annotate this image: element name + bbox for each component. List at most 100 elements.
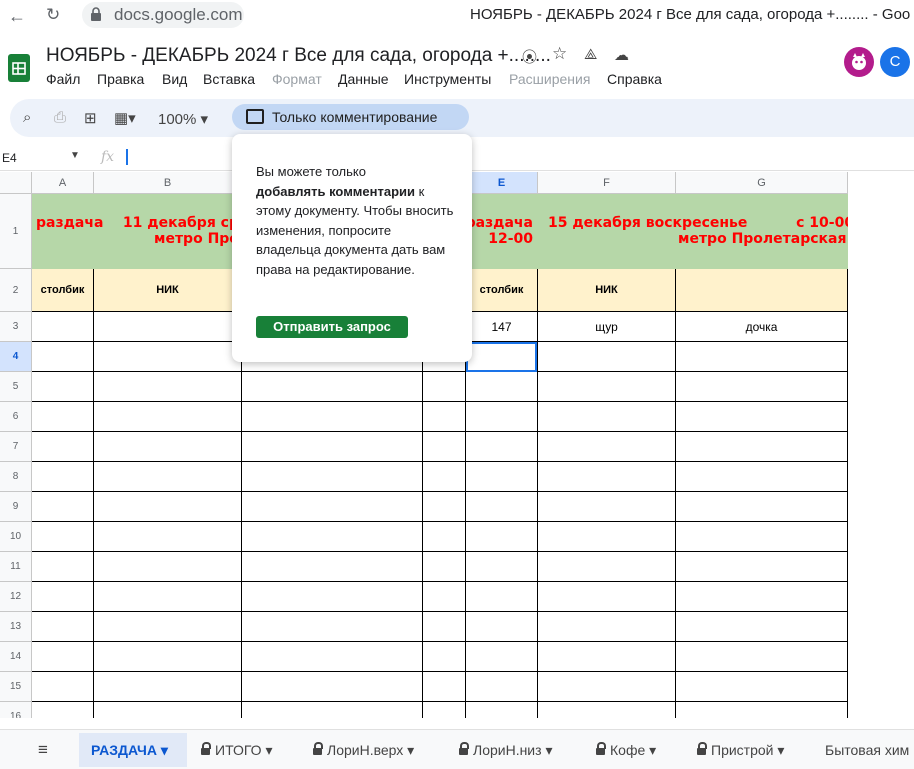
- cell-f14[interactable]: [538, 642, 676, 672]
- cell-b4[interactable]: [94, 342, 242, 372]
- cell-g14[interactable]: [676, 642, 848, 672]
- star-icon[interactable]: ☆: [552, 44, 567, 64]
- name-box-dropdown-icon[interactable]: ▼: [70, 150, 80, 161]
- url-text[interactable]: docs.google.com: [114, 5, 243, 25]
- cell-f6[interactable]: [538, 402, 676, 432]
- cell-b15[interactable]: [94, 672, 242, 702]
- cell-g5[interactable]: [676, 372, 848, 402]
- row-header-14[interactable]: 14: [0, 642, 32, 672]
- cell-d14[interactable]: [423, 642, 466, 672]
- column-header-e[interactable]: E: [466, 172, 538, 194]
- shared-drive-icon[interactable]: ⟁: [584, 46, 597, 63]
- cell-a5[interactable]: [32, 372, 94, 402]
- cell-a13[interactable]: [32, 612, 94, 642]
- cell-f13[interactable]: [538, 612, 676, 642]
- sheet-tab-kofe[interactable]: Кофе ▾: [596, 742, 656, 759]
- cell-a7[interactable]: [32, 432, 94, 462]
- cell-a10[interactable]: [32, 522, 94, 552]
- menu-file[interactable]: Файл: [46, 71, 80, 87]
- cell-c10[interactable]: [242, 522, 423, 552]
- cell-f9[interactable]: [538, 492, 676, 522]
- row-header-3[interactable]: 3: [0, 312, 32, 342]
- cell-b5[interactable]: [94, 372, 242, 402]
- back-arrow-icon[interactable]: ←: [8, 6, 26, 27]
- header-cell-f2[interactable]: НИК: [538, 269, 676, 312]
- cell-b3[interactable]: [94, 312, 242, 342]
- cell-d8[interactable]: [423, 462, 466, 492]
- sheet-tab-lorin-niz[interactable]: ЛориН.низ ▾: [459, 742, 552, 759]
- cell-d9[interactable]: [423, 492, 466, 522]
- cell-e3[interactable]: 147: [466, 312, 538, 342]
- cell-c16[interactable]: [242, 702, 423, 718]
- selected-cell-e4[interactable]: [466, 342, 537, 372]
- cell-d13[interactable]: [423, 612, 466, 642]
- cell-a4[interactable]: [32, 342, 94, 372]
- header-cell-g2[interactable]: [676, 269, 848, 312]
- move-icon[interactable]: ⦿: [522, 46, 537, 67]
- sheet-tab-pristroy[interactable]: Пристрой ▾: [697, 742, 784, 759]
- cell-g11[interactable]: [676, 552, 848, 582]
- document-title[interactable]: НОЯБРЬ - ДЕКАБРЬ 2024 г Все для сада, ог…: [46, 45, 551, 67]
- cell-g9[interactable]: [676, 492, 848, 522]
- menu-help[interactable]: Справка: [607, 71, 662, 87]
- cell-c9[interactable]: [242, 492, 423, 522]
- merged-title-cell-right[interactable]: 15 декабря воскресенье с 10-00 до метро …: [538, 194, 848, 269]
- menu-tools[interactable]: Инструменты: [404, 71, 491, 87]
- cell-g10[interactable]: [676, 522, 848, 552]
- cell-b10[interactable]: [94, 522, 242, 552]
- cell-g15[interactable]: [676, 672, 848, 702]
- cell-g3[interactable]: дочка: [676, 312, 848, 342]
- cell-g4[interactable]: [676, 342, 848, 372]
- cell-g13[interactable]: [676, 612, 848, 642]
- cell-e6[interactable]: [466, 402, 538, 432]
- cell-a8[interactable]: [32, 462, 94, 492]
- cell-c15[interactable]: [242, 672, 423, 702]
- header-cell-a2[interactable]: столбик: [32, 269, 94, 312]
- cell-b8[interactable]: [94, 462, 242, 492]
- calculator-icon[interactable]: ▦▾: [114, 109, 136, 127]
- cell-f10[interactable]: [538, 522, 676, 552]
- cell-a6[interactable]: [32, 402, 94, 432]
- menu-insert[interactable]: Вставка: [203, 71, 255, 87]
- row-header-7[interactable]: 7: [0, 432, 32, 462]
- cell-b11[interactable]: [94, 552, 242, 582]
- cell-f7[interactable]: [538, 432, 676, 462]
- sheet-tab-bytovaya[interactable]: Бытовая хим: [825, 742, 909, 758]
- cell-a11[interactable]: [32, 552, 94, 582]
- cell-f12[interactable]: [538, 582, 676, 612]
- cell-c11[interactable]: [242, 552, 423, 582]
- cell-e5[interactable]: [466, 372, 538, 402]
- sheet-tab-razdacha[interactable]: РАЗДАЧА ▾: [91, 742, 168, 759]
- menu-edit[interactable]: Правка: [97, 71, 144, 87]
- name-box[interactable]: E4: [2, 151, 17, 165]
- cell-e14[interactable]: [466, 642, 538, 672]
- cell-f4[interactable]: [538, 342, 676, 372]
- cell-c5[interactable]: [242, 372, 423, 402]
- header-cell-e2[interactable]: столбик: [466, 269, 538, 312]
- row-header-5[interactable]: 5: [0, 372, 32, 402]
- sheet-tab-itogo[interactable]: ИТОГО ▾: [201, 742, 272, 759]
- row-header-4[interactable]: 4: [0, 342, 32, 372]
- reload-icon[interactable]: ↻: [46, 5, 60, 25]
- add-comment-icon[interactable]: ⊞: [84, 109, 97, 127]
- cell-e7[interactable]: [466, 432, 538, 462]
- row-header-6[interactable]: 6: [0, 402, 32, 432]
- cell-c14[interactable]: [242, 642, 423, 672]
- cell-b6[interactable]: [94, 402, 242, 432]
- cell-b7[interactable]: [94, 432, 242, 462]
- row-header-8[interactable]: 8: [0, 462, 32, 492]
- merged-title-cell-e[interactable]: раздача 12-00: [466, 194, 538, 269]
- cell-g7[interactable]: [676, 432, 848, 462]
- cell-e11[interactable]: [466, 552, 538, 582]
- cell-a3[interactable]: [32, 312, 94, 342]
- cell-f8[interactable]: [538, 462, 676, 492]
- cell-c6[interactable]: [242, 402, 423, 432]
- cell-d16[interactable]: [423, 702, 466, 718]
- cell-c7[interactable]: [242, 432, 423, 462]
- column-header-f[interactable]: F: [538, 172, 676, 194]
- cell-a15[interactable]: [32, 672, 94, 702]
- cell-d6[interactable]: [423, 402, 466, 432]
- cell-g8[interactable]: [676, 462, 848, 492]
- cell-f16[interactable]: [538, 702, 676, 718]
- row-header-9[interactable]: 9: [0, 492, 32, 522]
